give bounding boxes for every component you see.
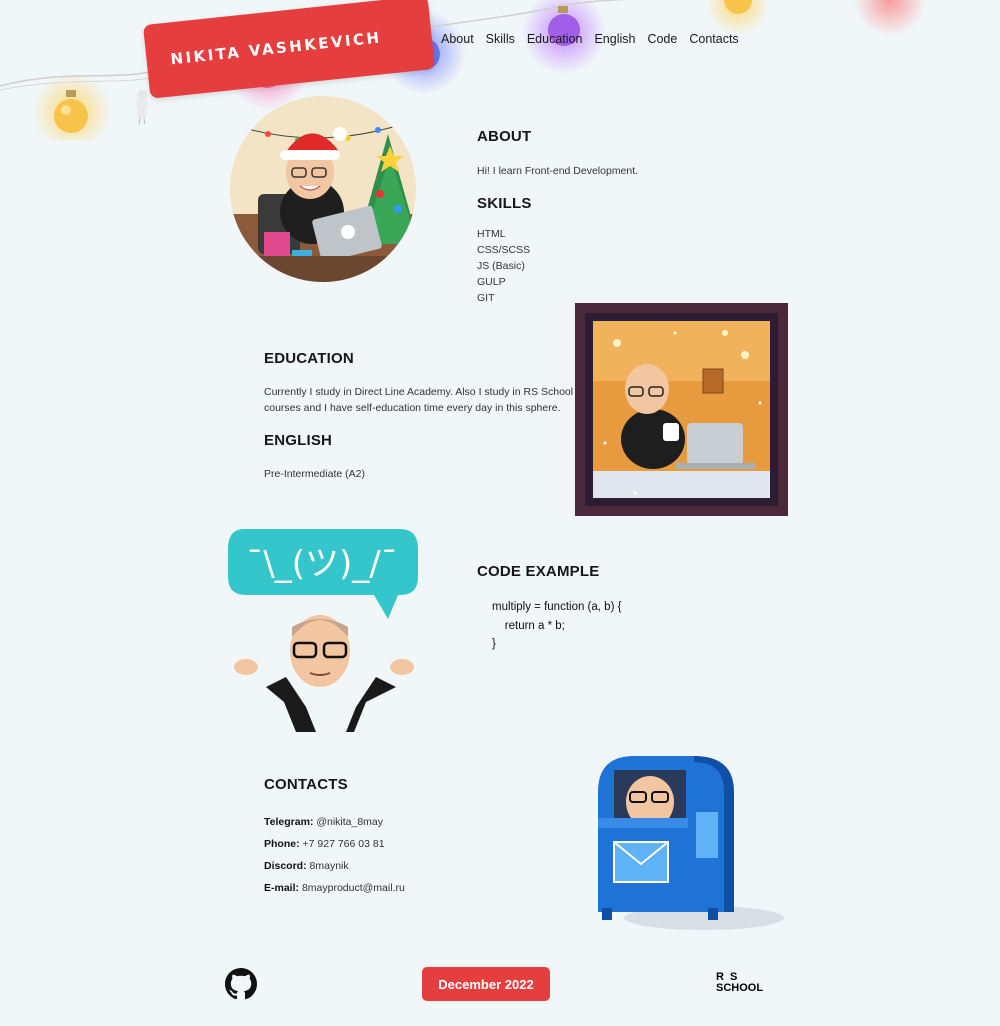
nav-link-skills[interactable]: Skills xyxy=(486,32,515,46)
contacts-title: CONTACTS xyxy=(264,776,348,793)
skills-title: SKILLS xyxy=(477,195,532,212)
contact-label: Discord: xyxy=(264,860,307,872)
avatar-christmas-image xyxy=(230,96,416,282)
mailbox-image xyxy=(598,756,784,930)
code-line: multiply = function (a, b) { xyxy=(492,601,622,613)
contact-value[interactable]: 8mayproduct@mail.ru xyxy=(302,882,405,894)
code-title: CODE EXAMPLE xyxy=(477,563,600,580)
english-text: Pre-Intermediate (A2) xyxy=(264,468,365,480)
contact-value[interactable]: @nikita_8may xyxy=(316,816,383,828)
english-title: ENGLISH xyxy=(264,432,333,449)
footer-date-badge: December 2022 xyxy=(422,967,550,1001)
about-text: Hi! I learn Front-end Development. xyxy=(477,165,639,177)
github-icon[interactable] xyxy=(225,968,257,1000)
contact-value[interactable]: 8maynik xyxy=(310,860,349,872)
skill-item: GIT xyxy=(477,292,495,304)
contacts-list: Telegram: @nikita_8may Phone: +7 927 766… xyxy=(264,811,405,899)
education-text-line2: courses and I have self-education time e… xyxy=(264,402,561,414)
site-owner-name: NIKITA VASHKEVICH xyxy=(169,28,383,69)
nav-link-contacts[interactable]: Contacts xyxy=(689,32,738,46)
nav-link-education[interactable]: Education xyxy=(527,32,583,46)
about-title: ABOUT xyxy=(477,128,532,145)
skill-item: JS (Basic) xyxy=(477,260,525,272)
contact-value[interactable]: +7 927 766 03 81 xyxy=(303,838,385,850)
coffee-window-image xyxy=(575,303,788,516)
shrug-image: ¯\_(ツ)_/¯ xyxy=(228,529,418,732)
code-line: return a * b; xyxy=(492,619,565,632)
contact-telegram: Telegram: @nikita_8may xyxy=(264,811,405,833)
skill-item: CSS/SCSS xyxy=(477,244,531,256)
name-tag: NIKITA VASHKEVICH xyxy=(142,0,436,99)
rs-logo-line2: SCHOOL xyxy=(716,982,764,994)
contact-email: E-mail: 8mayproduct@mail.ru xyxy=(264,877,405,899)
education-title: EDUCATION xyxy=(264,350,354,367)
main-nav: About Skills Education English Code Cont… xyxy=(441,32,739,46)
contact-phone: Phone: +7 927 766 03 81 xyxy=(264,833,405,855)
skill-item: GULP xyxy=(477,276,506,288)
contact-discord: Discord: 8maynik xyxy=(264,855,405,877)
nav-link-english[interactable]: English xyxy=(594,32,635,46)
code-example-block: multiply = function (a, b) { return a * … xyxy=(492,598,621,654)
rs-school-logo[interactable]: R S SCHOOL xyxy=(716,972,780,998)
shrug-text: ¯\_(ツ)_/¯ xyxy=(246,544,397,584)
education-text-line1: Currently I study in Direct Line Academy… xyxy=(264,386,574,398)
contact-label: Telegram: xyxy=(264,816,314,828)
contact-label: E-mail: xyxy=(264,882,300,894)
code-line: } xyxy=(492,638,496,650)
nav-link-about[interactable]: About xyxy=(441,32,474,46)
skills-list: HTML CSS/SCSS JS (Basic) GULP GIT xyxy=(477,226,530,306)
nav-link-code[interactable]: Code xyxy=(647,32,677,46)
skill-item: HTML xyxy=(477,228,506,240)
contact-label: Phone: xyxy=(264,838,300,850)
